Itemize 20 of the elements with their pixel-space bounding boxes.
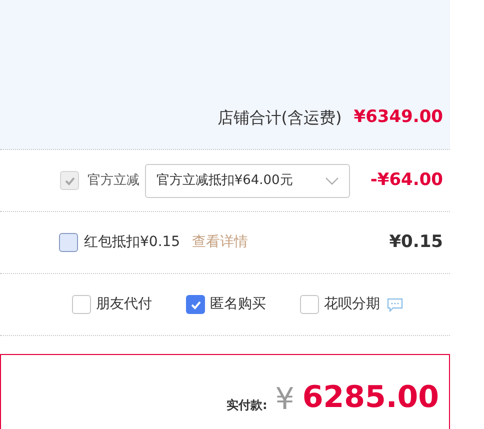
checkbox[interactable]	[72, 295, 91, 314]
coupon-amount: ¥0.15	[389, 230, 443, 254]
chevron-down-icon	[325, 176, 340, 184]
currency-symbol: ¥	[275, 381, 294, 419]
discount-label: 官方立减	[87, 172, 140, 190]
check-icon	[64, 174, 76, 186]
chat-bubble-icon[interactable]	[387, 298, 403, 312]
checkbox[interactable]	[186, 295, 205, 314]
checkbox[interactable]	[59, 233, 78, 252]
checkbox[interactable]	[300, 295, 319, 314]
discount-amount: -¥64.00	[370, 168, 443, 192]
option-label: 朋友代付	[96, 295, 152, 314]
option-label: 花呗分期	[324, 295, 380, 314]
payment-label: 实付款:	[226, 397, 268, 414]
check-icon	[190, 298, 202, 310]
option-label: 匿名购买	[210, 295, 266, 314]
shop-total-amount: ¥6349.00	[354, 106, 443, 129]
coupon-label: 红包抵扣¥0.15	[84, 233, 180, 252]
payment-amount: 6285.00	[302, 379, 439, 417]
shop-total-label: 店铺合计(含运费)	[217, 106, 342, 128]
